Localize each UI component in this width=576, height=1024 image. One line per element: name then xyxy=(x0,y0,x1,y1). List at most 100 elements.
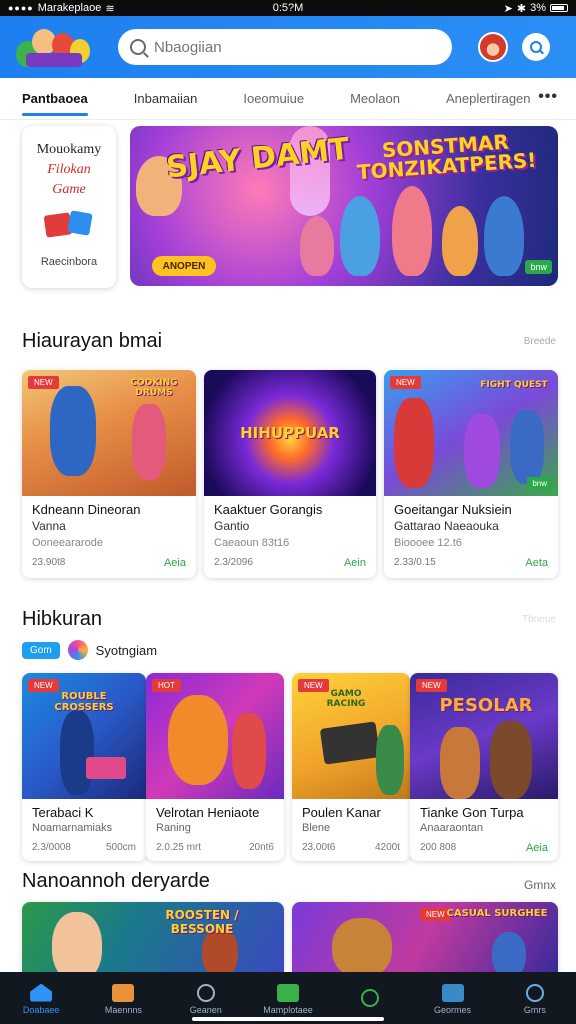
game-thumbnail: NEW FIGHT QUEST bnw xyxy=(384,370,558,496)
nav-item-4[interactable]: Mamplotaee xyxy=(253,983,323,1015)
get-label[interactable]: Aein xyxy=(344,557,366,569)
nav-label: Maennns xyxy=(104,1004,142,1015)
app-bar xyxy=(0,16,576,78)
game-info: Caeaoun 83t16 xyxy=(214,537,290,549)
tab-3[interactable]: Ioeomuiue xyxy=(243,79,304,118)
home-indicator[interactable] xyxy=(192,1017,384,1021)
nav-home[interactable]: Doabaee xyxy=(6,983,76,1015)
game-thumbnail: NEW PESOLAR xyxy=(410,673,558,799)
category-tabs: Pantbaoea Inbamaiian Ioeomuiue Meolaon A… xyxy=(0,78,576,120)
nav-item-3[interactable]: Geanen xyxy=(171,983,241,1015)
filter-chip[interactable]: Gom xyxy=(22,641,60,659)
nav-item-6[interactable]: Geormes xyxy=(418,983,488,1015)
thumb-character xyxy=(52,912,102,972)
more-tabs-icon[interactable]: ••• xyxy=(538,88,558,106)
wifi-icon: ≋ xyxy=(105,2,115,15)
thumb-title: ROOSTEN / BESSONE xyxy=(165,908,239,936)
thumb-character xyxy=(490,721,532,799)
thumb-character xyxy=(376,725,404,795)
app-logo[interactable] xyxy=(12,23,96,71)
game-thumbnail: NEW CASUAL SURGHEE xyxy=(292,902,558,972)
game-subtitle: Vanna xyxy=(32,519,66,533)
game-card[interactable]: HIHUPPUAR Kaaktuer Gorangis Gantio Caeao… xyxy=(204,370,376,578)
game-card[interactable]: HOT Velrotan Heniaote Raning 2.0.25 mrt 2… xyxy=(146,673,284,861)
card-meta: Kaaktuer Gorangis Gantio Caeaoun 83t16 2… xyxy=(204,496,376,575)
hero-open-button[interactable]: ANOPEN xyxy=(152,256,216,276)
game-stat: 200 808 xyxy=(420,842,457,853)
hero-badge: bnw xyxy=(525,260,552,274)
search-button[interactable] xyxy=(522,33,550,61)
hero-banner[interactable]: SJAY DAMT SONSTMAR TONZIKATPERS! ANOPEN … xyxy=(130,126,558,286)
game-thumbnail: NEW ROUBLE CROSSERS xyxy=(22,673,146,799)
game-card[interactable]: NEW FIGHT QUEST bnw Goeitangar Nuksiein … xyxy=(384,370,558,578)
get-label[interactable]: Aeia xyxy=(526,842,548,854)
tab-2[interactable]: Inbamaiian xyxy=(134,79,198,118)
game-stat: 2.0.25 mrt xyxy=(156,842,202,853)
search-input[interactable] xyxy=(154,38,434,56)
filter-label[interactable]: Syotngiam xyxy=(96,643,157,658)
thumb-box-art xyxy=(86,757,126,779)
section-more-2[interactable]: Tbneue xyxy=(522,614,556,625)
get-label[interactable]: Aeia xyxy=(164,557,186,569)
game-card[interactable]: NEW PESOLAR Tianke Gon Turpa Anaaraontan… xyxy=(410,673,558,861)
clock: 0:5?M xyxy=(272,2,304,14)
promo-card[interactable]: Mouokamy Filokan Game Raecinbora xyxy=(22,126,116,288)
carrier-label: Marakeplaoe xyxy=(37,2,102,14)
section-title-1: Hiaurayan bmai xyxy=(22,330,163,352)
nav-item-7[interactable]: Gmrs xyxy=(500,983,570,1015)
bluetooth-icon: ✱ xyxy=(516,2,527,15)
thumb-title: COOKING DRUMS xyxy=(130,378,178,398)
game-name: Tianke Gon Turpa xyxy=(420,805,524,820)
thumb-device-art xyxy=(319,721,381,765)
thumb-title: HIHUPPUAR xyxy=(240,424,340,442)
battery-percent: 3% xyxy=(530,2,547,14)
game-card[interactable]: ROOSTEN / BESSONE xyxy=(22,902,284,972)
search-icon xyxy=(196,983,215,1002)
game-info: Bioooee 12.t6 xyxy=(394,537,462,549)
game-thumbnail: HOT xyxy=(146,673,284,799)
game-size: 4200t xyxy=(374,842,400,853)
avatar[interactable] xyxy=(478,32,508,62)
thumb-character xyxy=(510,410,544,484)
tab-featured[interactable]: Pantbaoea xyxy=(22,79,88,118)
signal-icon: ●●●● xyxy=(8,3,34,13)
card-meta: Terabaci K Noamarnamiaks 2.3/0008 500cm xyxy=(22,799,146,859)
hero-character xyxy=(340,196,380,276)
search-bar[interactable] xyxy=(118,29,452,65)
thumb-character xyxy=(394,398,434,488)
game-subtitle: Raning xyxy=(156,822,191,834)
hero-character xyxy=(392,186,432,276)
card-meta: Tianke Gon Turpa Anaaraontan 200 808 Aeia xyxy=(410,799,558,860)
game-card[interactable]: NEW GAMO RACING Poulen Kanar Blene 23.00… xyxy=(292,673,410,861)
status-bar: ●●●● Marakeplaoe ≋ 0:5?M ➤ ✱ 3% xyxy=(0,0,576,16)
game-card[interactable]: NEW COOKING DRUMS Kdneann Dineoran Vanna… xyxy=(22,370,196,578)
card-footer: 2.0.25 mrt 20nt6 xyxy=(156,842,274,853)
nav-item-5[interactable] xyxy=(335,988,405,1010)
card-footer: 2.3/2096 Aein xyxy=(214,557,366,569)
section-more-1[interactable]: Breede xyxy=(524,336,556,347)
section-title-3: Nanoannoh deryarde xyxy=(22,870,210,892)
game-size: 500cm xyxy=(105,842,136,853)
battery-icon xyxy=(550,4,569,12)
tab-4[interactable]: Meolaon xyxy=(350,79,400,118)
promo-line-3: Game xyxy=(52,182,86,197)
section-more-3[interactable]: Gmnx xyxy=(524,878,556,892)
filter-chips: Gom Syotngiam xyxy=(22,640,157,660)
hero-character xyxy=(300,216,334,276)
category-icon[interactable] xyxy=(67,640,88,660)
card-meta: Goeitangar Nuksiein Gattarao Naeaouka Bi… xyxy=(384,496,558,575)
hot-badge: HOT xyxy=(152,679,181,692)
nav-item-2[interactable]: Maennns xyxy=(88,983,158,1015)
card-meta: Velrotan Heniaote Raning 2.0.25 mrt 20nt6 xyxy=(146,799,284,859)
thumb-title: PESOLAR xyxy=(439,695,533,716)
game-stat: 2.3/2096 xyxy=(214,557,253,568)
card-footer: 23.00t6 4200t xyxy=(302,842,400,853)
tab-5[interactable]: Aneplertiragen xyxy=(446,79,531,118)
get-label[interactable]: Aeta xyxy=(525,557,548,569)
game-card[interactable]: NEW ROUBLE CROSSERS Terabaci K Noamarnam… xyxy=(22,673,146,861)
promo-footer: Raecinbora xyxy=(40,256,98,268)
game-card[interactable]: NEW CASUAL SURGHEE xyxy=(292,902,558,972)
game-name: Terabaci K xyxy=(32,805,94,820)
game-subtitle: Blene xyxy=(302,822,331,834)
promo-line-2: Filokan xyxy=(47,162,91,177)
